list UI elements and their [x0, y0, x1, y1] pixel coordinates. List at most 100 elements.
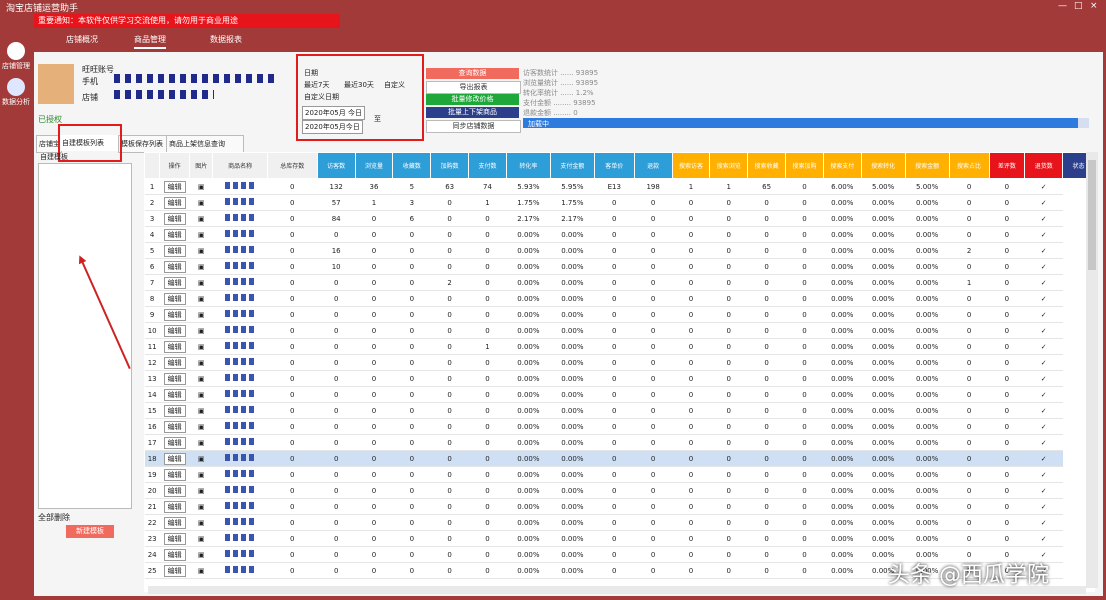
- column-header[interactable]: 图片: [188, 152, 214, 179]
- table-row[interactable]: 12 编辑 ▣ 0 0 0 0 0 0 0.00% 0.00% 0 0 0 0 0 0 0.00% 0.00% 0.0…: [144, 354, 1095, 371]
- edit-button[interactable]: 编辑: [163, 356, 186, 369]
- tab-overview[interactable]: 店铺概况: [66, 34, 98, 45]
- action-cell[interactable]: 编辑: [159, 562, 190, 579]
- column-header[interactable]: 访客数: [316, 152, 356, 179]
- action-cell[interactable]: 编辑: [159, 242, 190, 259]
- action-cell[interactable]: 编辑: [159, 370, 190, 387]
- table-row[interactable]: 22 编辑 ▣ 0 0 0 0 0 0 0.00% 0.00% 0 0 0 0 0 0 0.00% 0.00% 0.0…: [144, 514, 1095, 531]
- edit-button[interactable]: 编辑: [163, 308, 186, 321]
- table-row[interactable]: 23 编辑 ▣ 0 0 0 0 0 0 0.00% 0.00% 0 0 0 0 0 0 0.00% 0.00% 0.0…: [144, 530, 1095, 547]
- edit-button[interactable]: 编辑: [163, 420, 186, 433]
- edit-button[interactable]: 编辑: [163, 436, 186, 449]
- sidebar-item-shop[interactable]: 店铺管理: [2, 42, 30, 71]
- table-row[interactable]: 15 编辑 ▣ 0 0 0 0 0 0 0.00% 0.00% 0 0 0 0 0 0 0.00% 0.00% 0.0…: [144, 402, 1095, 419]
- table-row[interactable]: 9 编辑 ▣ 0 0 0 0 0 0 0.00% 0.00% 0 0 0 0 0 0 0.00% 0.00% 0.00…: [144, 306, 1095, 323]
- table-row[interactable]: 21 编辑 ▣ 0 0 0 0 0 0 0.00% 0.00% 0 0 0 0 0 0 0.00% 0.00% 0.0…: [144, 498, 1095, 515]
- edit-button[interactable]: 编辑: [163, 564, 186, 577]
- column-header[interactable]: 浏览量: [354, 152, 394, 179]
- tab-listing-query[interactable]: 商品上架信息查询: [166, 135, 244, 153]
- sync-button[interactable]: 同步店铺数据: [426, 120, 521, 133]
- column-header[interactable]: 转化率: [505, 152, 551, 179]
- scroll-thumb[interactable]: [1088, 160, 1096, 270]
- action-cell[interactable]: 编辑: [159, 338, 190, 355]
- edit-button[interactable]: 编辑: [163, 404, 186, 417]
- edit-button[interactable]: 编辑: [163, 260, 186, 273]
- action-cell[interactable]: 编辑: [159, 402, 190, 419]
- table-row[interactable]: 4 编辑 ▣ 0 0 0 0 0 0 0.00% 0.00% 0 0 0 0 0 0 0.00% 0.00% 0.00…: [144, 226, 1095, 243]
- action-cell[interactable]: 编辑: [159, 418, 190, 435]
- edit-button[interactable]: 编辑: [163, 468, 186, 481]
- radio-7days[interactable]: 最近7天: [304, 80, 329, 90]
- new-template-button[interactable]: 新建模板: [66, 525, 114, 538]
- action-cell[interactable]: 编辑: [159, 530, 190, 547]
- table-row[interactable]: 14 编辑 ▣ 0 0 0 0 0 0 0.00% 0.00% 0 0 0 0 0 0 0.00% 0.00% 0.0…: [144, 386, 1095, 403]
- tab-saved-templates[interactable]: 模板保存列表: [118, 135, 170, 153]
- column-header[interactable]: 支付金额: [549, 152, 595, 179]
- table-row[interactable]: 10 编辑 ▣ 0 0 0 0 0 0 0.00% 0.00% 0 0 0 0 0 0 0.00% 0.00% 0.0…: [144, 322, 1095, 339]
- action-cell[interactable]: 编辑: [159, 354, 190, 371]
- edit-button[interactable]: 编辑: [163, 324, 186, 337]
- action-cell[interactable]: 编辑: [159, 434, 190, 451]
- edit-button[interactable]: 编辑: [163, 484, 186, 497]
- export-button[interactable]: 导出报表: [426, 81, 521, 94]
- table-row[interactable]: 16 编辑 ▣ 0 0 0 0 0 0 0.00% 0.00% 0 0 0 0 0 0 0.00% 0.00% 0.0…: [144, 418, 1095, 435]
- action-cell[interactable]: 编辑: [159, 546, 190, 563]
- table-row[interactable]: 8 编辑 ▣ 0 0 0 0 0 0 0.00% 0.00% 0 0 0 0 0 0 0.00% 0.00% 0.00…: [144, 290, 1095, 307]
- edit-button[interactable]: 编辑: [163, 196, 186, 209]
- column-header[interactable]: 搜索加购: [785, 152, 824, 179]
- template-list[interactable]: [38, 163, 132, 509]
- column-header[interactable]: 操作: [159, 152, 190, 179]
- action-cell[interactable]: 编辑: [159, 450, 190, 467]
- column-header[interactable]: 退货数: [1024, 152, 1064, 179]
- minimize-button[interactable]: —: [1058, 1, 1067, 11]
- sidebar-item-analysis[interactable]: 数据分析: [2, 78, 30, 107]
- column-header[interactable]: 搜索金额: [904, 152, 950, 179]
- action-cell[interactable]: 编辑: [159, 274, 190, 291]
- radio-30days[interactable]: 最近30天: [344, 80, 374, 90]
- table-row[interactable]: 20 编辑 ▣ 0 0 0 0 0 0 0.00% 0.00% 0 0 0 0 0 0 0.00% 0.00% 0.0…: [144, 482, 1095, 499]
- column-header[interactable]: 支付数: [468, 152, 507, 179]
- column-header[interactable]: 总库存数: [266, 152, 318, 179]
- action-cell[interactable]: 编辑: [159, 386, 190, 403]
- edit-button[interactable]: 编辑: [163, 532, 186, 545]
- edit-button[interactable]: 编辑: [163, 276, 186, 289]
- action-cell[interactable]: 编辑: [159, 178, 190, 195]
- edit-button[interactable]: 编辑: [163, 292, 186, 305]
- table-row[interactable]: 1 编辑 ▣ 0 132 36 5 63 74 5.93% 5.95% E13 198 1 1 65 0 6.00…: [144, 178, 1095, 195]
- column-header[interactable]: 商品名称: [212, 152, 268, 179]
- action-cell[interactable]: 编辑: [159, 290, 190, 307]
- action-cell[interactable]: 编辑: [159, 210, 190, 227]
- close-button[interactable]: ×: [1090, 1, 1098, 11]
- edit-button[interactable]: 编辑: [163, 340, 186, 353]
- table-row[interactable]: 17 编辑 ▣ 0 0 0 0 0 0 0.00% 0.00% 0 0 0 0 0 0 0.00% 0.00% 0.0…: [144, 434, 1095, 451]
- action-cell[interactable]: 编辑: [159, 322, 190, 339]
- batch-shelf-button[interactable]: 批量上下架商品: [426, 107, 519, 118]
- tab-reports[interactable]: 数据报表: [210, 34, 242, 45]
- custom-date-checkbox[interactable]: 自定义日期: [304, 92, 339, 102]
- column-header[interactable]: 搜索收藏: [747, 152, 787, 179]
- column-header[interactable]: 加购数: [430, 152, 470, 179]
- table-row[interactable]: 2 编辑 ▣ 0 57 1 3 0 1 1.75% 1.75% 0 0 0 0 0 0 0.00% 0.00% 0.0…: [144, 194, 1095, 211]
- query-button[interactable]: 查询数据: [426, 68, 519, 79]
- column-header[interactable]: 搜索浏览: [709, 152, 749, 179]
- end-date-select[interactable]: 2020年05月今日: [302, 120, 363, 134]
- column-header[interactable]: 客单价: [593, 152, 635, 179]
- edit-button[interactable]: 编辑: [163, 244, 186, 257]
- column-header[interactable]: 收藏数: [392, 152, 432, 179]
- action-cell[interactable]: 编辑: [159, 194, 190, 211]
- table-row[interactable]: 11 编辑 ▣ 0 0 0 0 0 1 0.00% 0.00% 0 0 0 0 0 0 0.00% 0.00% 0.0…: [144, 338, 1095, 355]
- edit-button[interactable]: 编辑: [163, 500, 186, 513]
- start-date-select[interactable]: 2020年05月 今日: [302, 106, 365, 120]
- column-header[interactable]: 搜索支付: [822, 152, 862, 179]
- table-row[interactable]: 5 编辑 ▣ 0 16 0 0 0 0 0.00% 0.00% 0 0 0 0 0 0 0.00% 0.00% 0.0…: [144, 242, 1095, 259]
- batch-price-button[interactable]: 批量修改价格: [426, 94, 519, 105]
- action-cell[interactable]: 编辑: [159, 258, 190, 275]
- edit-button[interactable]: 编辑: [163, 548, 186, 561]
- delete-all-link[interactable]: 全部删除: [38, 512, 70, 523]
- column-header[interactable]: 差评数: [988, 152, 1026, 179]
- tab-products[interactable]: 商品管理: [134, 34, 166, 49]
- action-cell[interactable]: 编辑: [159, 514, 190, 531]
- radio-custom[interactable]: 自定义: [384, 80, 405, 90]
- edit-button[interactable]: 编辑: [163, 180, 186, 193]
- edit-button[interactable]: 编辑: [163, 516, 186, 529]
